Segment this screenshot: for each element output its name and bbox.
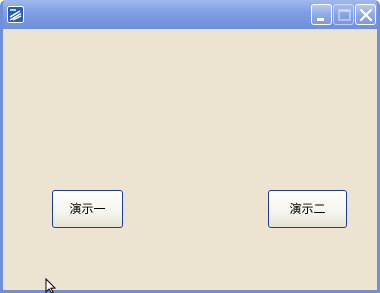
demo-two-button[interactable]: 演示二 [268, 190, 347, 228]
demo-one-button[interactable]: 演示一 [52, 190, 123, 228]
close-button[interactable] [355, 4, 376, 25]
app-window: 演示一 演示二 [0, 0, 380, 293]
close-icon [359, 8, 373, 22]
title-bar[interactable] [3, 0, 377, 29]
app-window-icon[interactable] [7, 6, 24, 23]
maximize-button[interactable] [333, 4, 354, 25]
maximize-icon [338, 9, 351, 21]
mouse-cursor-icon [45, 278, 57, 293]
minimize-icon [317, 18, 324, 21]
client-area: 演示一 演示二 [3, 29, 377, 290]
minimize-button[interactable] [311, 4, 332, 25]
